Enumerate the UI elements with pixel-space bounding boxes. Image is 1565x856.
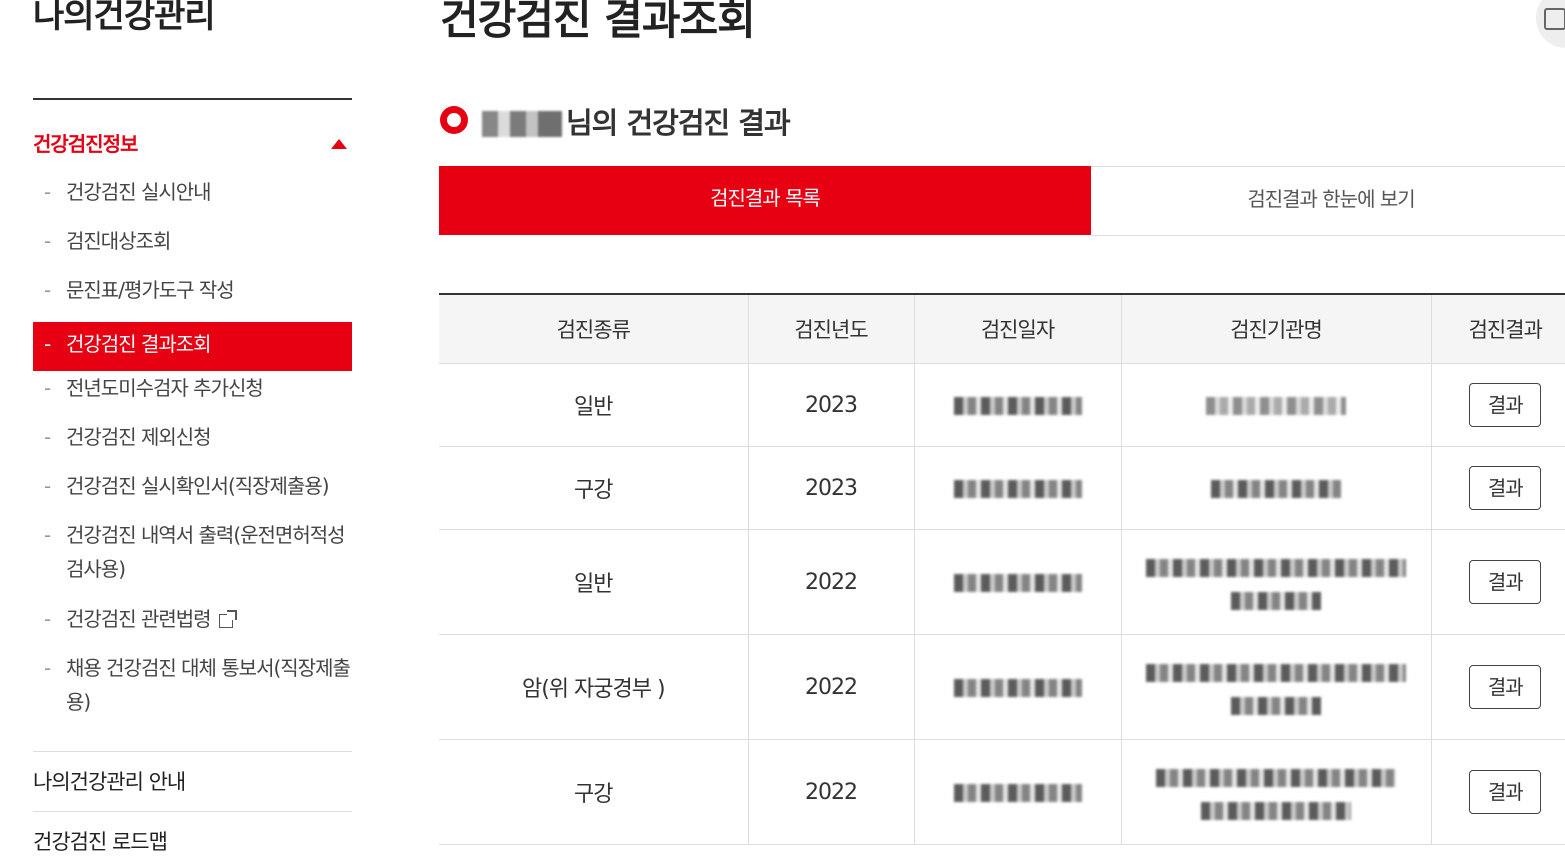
result-button[interactable]: 결과 (1469, 770, 1542, 814)
column-header: 검진기관명 (1120, 293, 1431, 364)
cell-year: 2022 (747, 739, 914, 845)
redacted-name (482, 111, 562, 137)
sidebar-item-label: 건강검진 실시안내 (66, 180, 212, 204)
sidebar-item-label: 전년도미수검자 추가신청 (66, 376, 264, 400)
column-header: 검진결과 (1430, 293, 1565, 364)
print-icon[interactable] (1536, 0, 1565, 48)
section-title-text: 님의 건강검진 결과 (566, 106, 791, 140)
table-row: 구강 2023 결과 (439, 446, 1565, 530)
cell-institution-redacted (1120, 739, 1431, 845)
cell-date-redacted (913, 634, 1121, 740)
cell-type: 구강 (439, 446, 748, 530)
sidebar-item-checkup-guide[interactable]: - 건강검진 실시안내 (33, 175, 352, 224)
sidebar-section-health-checkup[interactable]: 건강검진정보 (33, 128, 352, 160)
sidebar-item-label: 건강검진 내역서 출력(운전면허적성검사용) (66, 523, 346, 581)
sidebar-item-label: 건강검진 실시확인서(직장제출용) (66, 474, 330, 498)
sidebar-link-roadmap[interactable]: 건강검진 로드맵 (33, 826, 168, 856)
sidebar-item-exclusion-request[interactable]: - 건강검진 제외신청 (33, 420, 352, 469)
table-row: 일반 2023 결과 (439, 363, 1565, 447)
sidebar-divider (33, 98, 352, 100)
table-row: 구강 2022 결과 (439, 739, 1565, 845)
cell-year: 2023 (747, 446, 914, 530)
cell-year: 2022 (747, 634, 914, 740)
sidebar-item-label: 건강검진 결과조회 (66, 332, 212, 356)
heart-icon (440, 106, 468, 134)
result-button[interactable]: 결과 (1469, 466, 1542, 510)
sidebar-item-label: 문진표/평가도구 작성 (66, 278, 235, 302)
result-button[interactable]: 결과 (1469, 665, 1542, 709)
cell-institution-redacted (1120, 446, 1431, 530)
cell-type: 구강 (439, 739, 748, 845)
cell-institution-redacted (1120, 634, 1431, 740)
cell-type: 일반 (439, 529, 748, 635)
cell-institution-redacted (1120, 363, 1431, 447)
page-title: 건강검진 결과조회 (440, 0, 756, 44)
cell-institution-redacted (1120, 529, 1431, 635)
cell-type: 일반 (439, 363, 748, 447)
sidebar-item-confirmation[interactable]: - 건강검진 실시확인서(직장제출용) (33, 469, 352, 518)
table-row: 일반 2022 결과 (439, 529, 1565, 635)
external-link-icon (218, 610, 237, 628)
cell-date-redacted (913, 739, 1121, 845)
sidebar-item-target-inquiry[interactable]: - 검진대상조회 (33, 224, 352, 273)
tab-result-list[interactable]: 검진결과 목록 (439, 166, 1091, 235)
sidebar-item-label: 건강검진 제외신청 (66, 425, 212, 449)
result-button[interactable]: 결과 (1469, 383, 1542, 427)
cell-year: 2023 (747, 363, 914, 447)
sidebar-title: 나의건강관리 (33, 0, 216, 36)
column-header: 검진일자 (913, 293, 1121, 364)
sidebar-divider (33, 751, 352, 752)
sidebar-item-result-inquiry[interactable]: - 건강검진 결과조회 (33, 322, 352, 371)
cell-year: 2022 (747, 529, 914, 635)
cell-date-redacted (913, 446, 1121, 530)
caret-up-icon[interactable] (331, 139, 347, 149)
table-header-row: 검진종류 검진년도 검진일자 검진기관명 검진결과 (439, 293, 1565, 364)
sidebar-item-employment-report[interactable]: - 채용 건강검진 대체 통보서(직장제출용) (33, 651, 352, 735)
sidebar-item-label: 건강검진 관련법령 (66, 607, 212, 631)
sidebar-item-label: 채용 건강검진 대체 통보서(직장제출용) (66, 656, 351, 714)
cell-date-redacted (913, 529, 1121, 635)
sidebar-item-questionnaire[interactable]: - 문진표/평가도구 작성 (33, 273, 352, 322)
tab-result-overview[interactable]: 검진결과 한눈에 보기 (1091, 166, 1565, 236)
column-header: 검진종류 (439, 293, 748, 364)
sidebar-link-health-guide[interactable]: 나의건강관리 안내 (33, 766, 186, 796)
section-title: 님의 건강검진 결과 (482, 100, 791, 142)
cell-type: 암(위 자궁경부 ) (439, 634, 748, 740)
sidebar-submenu: - 건강검진 실시안내 - 검진대상조회 - 문진표/평가도구 작성 - 건강검진 결과… (33, 175, 352, 735)
sidebar-item-history-print[interactable]: - 건강검진 내역서 출력(운전면허적성검사용) (33, 518, 352, 602)
result-button[interactable]: 결과 (1469, 560, 1542, 604)
results-table: 검진종류 검진년도 검진일자 검진기관명 검진결과 일반 2023 결과 구강 … (439, 293, 1565, 845)
sidebar-item-laws[interactable]: - 건강검진 관련법령 (33, 602, 352, 651)
column-header: 검진년도 (747, 293, 914, 364)
sidebar-item-additional-request[interactable]: - 전년도미수검자 추가신청 (33, 371, 352, 420)
table-row: 암(위 자궁경부 ) 2022 결과 (439, 634, 1565, 740)
cell-date-redacted (913, 363, 1121, 447)
sidebar-item-label: 검진대상조회 (66, 229, 171, 253)
sidebar-divider (33, 811, 352, 812)
sidebar-section-label: 건강검진정보 (33, 132, 138, 156)
